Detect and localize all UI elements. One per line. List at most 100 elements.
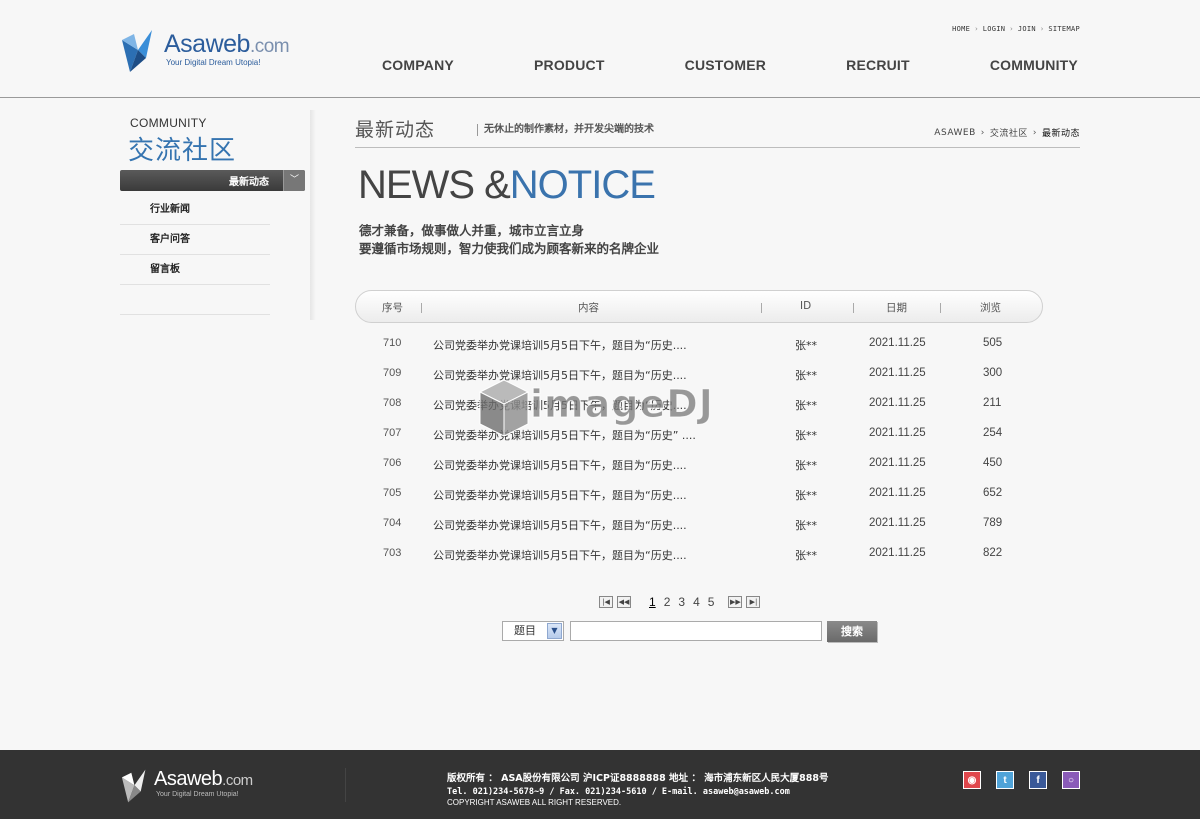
table-row[interactable]: 710 公司党委举办党课培训5月5日下午，题目为“历史.... 张** 2021…	[355, 329, 1043, 359]
sidebar-item-industry-news[interactable]: 行业新闻	[120, 195, 270, 225]
utility-nav: HOME › LOGIN › JOIN › SITEMAP	[952, 25, 1080, 33]
breadcrumb-item[interactable]: ASAWEB	[934, 128, 975, 138]
row-number: 703	[383, 547, 402, 559]
row-views: 652	[983, 487, 1003, 499]
social-links: ◉ t f ○	[963, 771, 1080, 789]
row-title-link[interactable]: 公司党委举办党课培训5月5日下午，题目为“历史....	[433, 547, 687, 563]
page-3[interactable]: 3	[678, 595, 685, 609]
row-author: 张**	[795, 549, 817, 562]
util-link-join[interactable]: JOIN	[1018, 25, 1036, 33]
footer-logo-mark-icon	[121, 769, 146, 803]
footer-logo[interactable]: Asaweb.com Your Digital Dream Utopia!	[120, 768, 280, 804]
chevron-down-icon: ▼	[547, 623, 562, 639]
column-header-no: 序号	[382, 302, 403, 314]
table-header: 序号 内容 ID 日期 浏览	[355, 290, 1043, 323]
page-5[interactable]: 5	[708, 595, 715, 609]
page-4[interactable]: 4	[693, 595, 700, 609]
row-date: 2021.11.25	[869, 547, 926, 559]
column-header-date: 日期	[886, 302, 907, 314]
footer-logo-text: Asaweb.com	[154, 768, 253, 790]
sidebar-item-guestbook[interactable]: 留言板	[120, 255, 270, 285]
logo-text: Asaweb.com	[164, 30, 290, 58]
chevron-right-icon: ›	[1032, 127, 1037, 138]
search-button[interactable]: 搜索	[827, 621, 877, 642]
sidebar-spacer	[120, 285, 270, 315]
row-date: 2021.11.25	[869, 457, 926, 469]
row-title-link[interactable]: 公司党委举办党课培训5月5日下午，题目为“历史....	[433, 487, 687, 503]
row-author: 张**	[795, 459, 817, 472]
sidebar-item-customer-qa[interactable]: 客户问答	[120, 225, 270, 255]
row-author: 张**	[795, 489, 817, 502]
row-views: 450	[983, 457, 1003, 469]
column-separator	[421, 303, 422, 313]
row-date: 2021.11.25	[869, 367, 926, 379]
table-row[interactable]: 703 公司党委举办党课培训5月5日下午，题目为“历史.... 张** 2021…	[355, 539, 1043, 569]
row-number: 704	[383, 517, 402, 529]
next-page-icon[interactable]: ▶▶	[728, 596, 743, 608]
row-number: 707	[383, 427, 402, 439]
page-1[interactable]: 1	[649, 595, 656, 609]
hero-slogan-1: 德才兼备，做事做人并重，城市立言立身	[359, 223, 585, 238]
sidebar-title-en: COMMUNITY	[130, 116, 207, 130]
footer-divider	[345, 768, 346, 802]
watermark-text: imageDJ	[530, 382, 714, 427]
prev-page-icon[interactable]: ◀◀	[617, 596, 631, 608]
pagination: |◀ ◀◀ 1 2 3 4 5 ▶▶ ▶|	[599, 595, 764, 609]
watermark-cube-icon	[478, 379, 530, 437]
sidebar-item-active[interactable]: 最新动态 ﹀	[120, 170, 305, 191]
table-row[interactable]: 705 公司党委举办党课培训5月5日下午，题目为“历史.... 张** 2021…	[355, 479, 1043, 509]
row-number: 706	[383, 457, 402, 469]
twitter-icon[interactable]: t	[996, 771, 1014, 789]
row-views: 300	[983, 367, 1003, 379]
hero-slogan-2: 要遵循市场规则，智力使我们成为顾客新来的名牌企业	[359, 241, 660, 256]
util-link-home[interactable]: HOME	[952, 25, 970, 33]
nav-product[interactable]: PRODUCT	[532, 57, 607, 73]
column-header-content: 内容	[578, 302, 599, 314]
util-separator: ›	[1039, 25, 1045, 33]
footer: Asaweb.com Your Digital Dream Utopia! 版权…	[0, 750, 1200, 819]
page-subtitle: 无休止的制作素材，并开发尖端的技术	[477, 124, 654, 136]
facebook-icon[interactable]: f	[1029, 771, 1047, 789]
logo-tagline: Your Digital Dream Utopia!	[166, 58, 261, 67]
search-input[interactable]	[570, 621, 822, 641]
brand-logo[interactable]: Asaweb.com Your Digital Dream Utopia!	[120, 28, 300, 76]
row-views: 254	[983, 427, 1003, 439]
nav-customer[interactable]: CUSTOMER	[683, 57, 768, 73]
weibo-icon[interactable]: ◉	[963, 771, 981, 789]
page-title: 最新动态	[355, 119, 436, 141]
row-views: 822	[983, 547, 1003, 559]
nav-community[interactable]: COMMUNITY	[988, 57, 1080, 73]
breadcrumb-item[interactable]: 交流社区	[990, 126, 1028, 139]
breadcrumb-item-current: 最新动态	[1041, 129, 1080, 139]
row-number: 705	[383, 487, 402, 499]
util-link-sitemap[interactable]: SITEMAP	[1048, 25, 1080, 33]
nav-recruit[interactable]: RECRUIT	[844, 57, 912, 73]
column-separator	[761, 303, 762, 313]
table-row[interactable]: 706 公司党委举办党课培训5月5日下午，题目为“历史.... 张** 2021…	[355, 449, 1043, 479]
row-number: 709	[383, 367, 402, 379]
footer-copyright-address: 版权所有 ： ASA股份有限公司 沪ICP证8888888 地址 ： 海市浦东新…	[447, 773, 829, 784]
breadcrumb: ASAWEB › 交流社区 › 最新动态	[934, 126, 1080, 140]
first-page-icon[interactable]: |◀	[599, 596, 613, 608]
util-link-login[interactable]: LOGIN	[983, 25, 1006, 33]
page-2[interactable]: 2	[664, 595, 671, 609]
column-separator	[853, 303, 854, 313]
nav-company[interactable]: COMPANY	[380, 57, 456, 73]
sidebar-list: 行业新闻 客户问答 留言板	[120, 195, 270, 315]
util-separator: ›	[974, 25, 979, 33]
search-field-select[interactable]: 题目 ▼	[502, 621, 564, 641]
row-views: 789	[983, 517, 1003, 529]
row-title-link[interactable]: 公司党委举办党课培训5月5日下午，题目为“历史....	[433, 457, 687, 473]
last-page-icon[interactable]: ▶|	[746, 596, 761, 608]
row-number: 710	[383, 337, 402, 349]
row-title-link[interactable]: 公司党委举办党课培训5月5日下午，题目为“历史....	[433, 517, 687, 533]
row-title-link[interactable]: 公司党委举办党课培训5月5日下午，题目为“历史....	[433, 337, 687, 353]
table-row[interactable]: 704 公司党委举办党课培训5月5日下午，题目为“历史.... 张** 2021…	[355, 509, 1043, 539]
row-author: 张**	[795, 429, 817, 442]
chat-icon[interactable]: ○	[1062, 771, 1080, 789]
footer-logo-tagline: Your Digital Dream Utopia!	[156, 791, 239, 798]
row-date: 2021.11.25	[869, 427, 926, 439]
util-separator: ›	[1009, 25, 1014, 33]
sidebar-active-label: 最新动态	[229, 177, 269, 188]
sidebar: COMMUNITY 交流社区 最新动态 ﹀ 行业新闻 客户问答 留言板	[120, 110, 315, 330]
